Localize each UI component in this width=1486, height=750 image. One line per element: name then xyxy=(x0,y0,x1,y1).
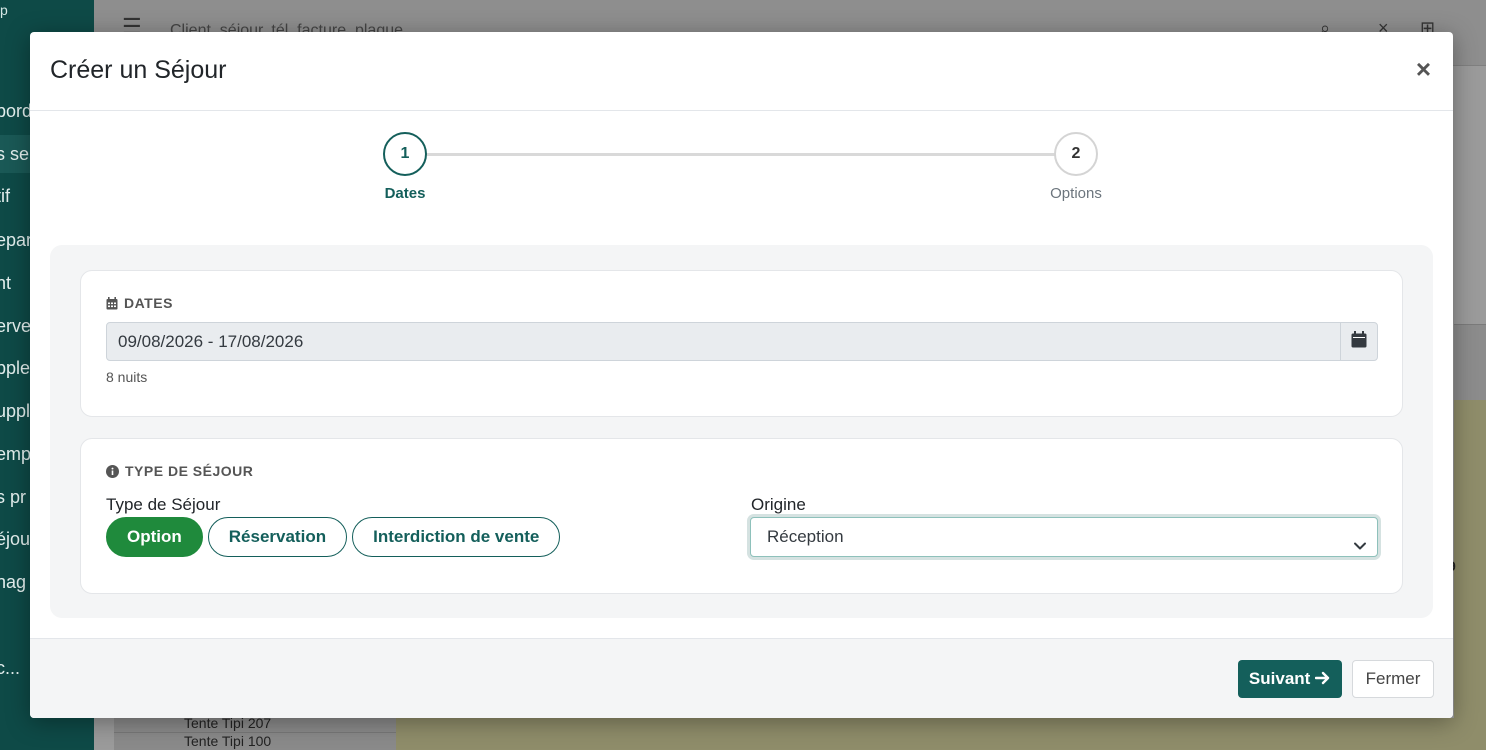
date-range-field[interactable]: 09/08/2026 - 17/08/2026 xyxy=(106,322,1378,361)
next-button-label: Suivant xyxy=(1248,669,1311,688)
planning-grid-strip xyxy=(1454,400,1486,718)
background-panel xyxy=(1454,324,1486,400)
modal-title: Créer un Séjour xyxy=(50,56,227,84)
origin-select[interactable]: Réception xyxy=(750,517,1378,557)
app-logo: p xyxy=(0,2,8,18)
type-option-button[interactable]: Option xyxy=(106,517,203,557)
step-1-label: Dates xyxy=(384,185,426,202)
dates-heading: DATES xyxy=(106,295,173,311)
info-circle-icon xyxy=(106,464,119,478)
stay-type-card: TYPE DE SÉJOUR Type de Séjour Option Rés… xyxy=(80,438,1403,594)
step-2-circle[interactable]: 2 xyxy=(1054,132,1098,176)
nights-count: 8 nuits xyxy=(106,369,148,385)
calendar-icon xyxy=(106,296,118,310)
type-reservation-button[interactable]: Réservation xyxy=(207,517,348,557)
step-2-label: Options xyxy=(1050,185,1102,202)
arrow-right-icon xyxy=(1314,669,1331,688)
step-1-circle[interactable]: 1 xyxy=(383,132,427,176)
modal-footer: Suivant Fermer xyxy=(30,638,1453,718)
dates-heading-text: DATES xyxy=(124,295,173,311)
origin-label: Origine xyxy=(751,495,806,514)
modal-header: Créer un Séjour × xyxy=(30,32,1453,111)
close-button[interactable]: Fermer xyxy=(1352,660,1434,698)
calendar-icon xyxy=(1351,330,1367,353)
stay-type-label: Type de Séjour xyxy=(106,495,221,514)
next-button[interactable]: Suivant xyxy=(1238,660,1342,698)
type-sale-ban-button[interactable]: Interdiction de vente xyxy=(352,517,561,557)
stay-type-heading: TYPE DE SÉJOUR xyxy=(106,463,253,479)
stay-type-heading-text: TYPE DE SÉJOUR xyxy=(125,463,254,479)
create-stay-modal: Créer un Séjour × 1 2 Dates Options DATE… xyxy=(30,32,1453,718)
calendar-button[interactable] xyxy=(1340,323,1377,360)
modal-body: DATES 09/08/2026 - 17/08/2026 8 nuits TY… xyxy=(50,245,1433,618)
date-range-input[interactable]: 09/08/2026 - 17/08/2026 xyxy=(107,323,1340,360)
dates-card: DATES 09/08/2026 - 17/08/2026 8 nuits xyxy=(80,270,1403,417)
origin-selected-value: Réception xyxy=(767,527,844,546)
table-row[interactable]: Tente Tipi 100 xyxy=(114,732,396,750)
planning-grid xyxy=(396,718,1486,750)
stay-type-toggle-group: Option Réservation Interdiction de vente xyxy=(106,517,561,557)
chevron-down-icon xyxy=(1353,529,1367,567)
stepper-line xyxy=(427,153,1057,156)
close-icon[interactable]: × xyxy=(1416,56,1431,82)
